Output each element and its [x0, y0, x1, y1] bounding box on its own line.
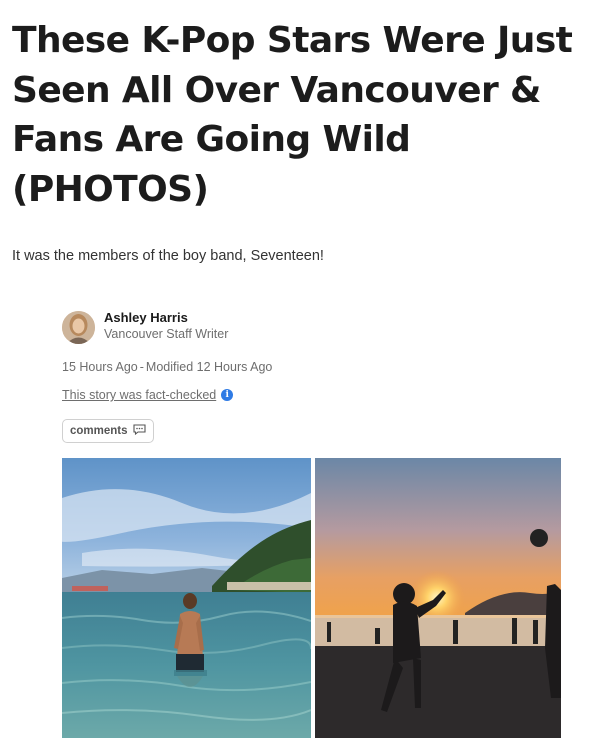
fact-check-row: This story was fact-checked i [62, 388, 234, 402]
comment-bubble-icon [132, 424, 146, 438]
author-name[interactable]: Ashley Harris [104, 310, 188, 325]
comments-label: comments [70, 425, 128, 437]
fact-check-link[interactable]: This story was fact-checked [62, 388, 216, 402]
info-icon[interactable]: i [221, 389, 234, 401]
published-time: 15 Hours Ago [62, 360, 138, 374]
man-in-ocean-photo[interactable] [62, 458, 311, 738]
article-dates: 15 Hours Ago - Modified 12 Hours Ago [62, 360, 272, 374]
author-avatar[interactable] [62, 311, 95, 344]
modified-time: Modified 12 Hours Ago [145, 360, 273, 374]
author-role: Vancouver Staff Writer [104, 327, 229, 341]
comments-button[interactable]: comments [62, 419, 154, 443]
date-separator: - [139, 360, 144, 374]
article-subheadline: It was the members of the boy band, Seve… [12, 248, 324, 264]
article-headline: These K-Pop Stars Were Just Seen All Ove… [12, 20, 573, 210]
beach-volleyball-sunset-photo[interactable] [315, 458, 561, 738]
